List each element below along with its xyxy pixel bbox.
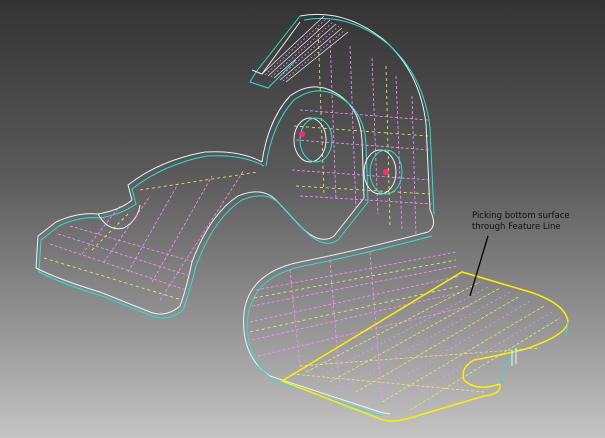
left-flange[interactable]	[35, 151, 265, 319]
mounting-hole-upper[interactable]	[293, 117, 333, 163]
mounting-hole-lower[interactable]	[363, 149, 403, 195]
selected-bottom-surface[interactable]	[280, 271, 569, 422]
right-flange[interactable]	[243, 231, 569, 422]
vertical-wall[interactable]	[191, 13, 435, 267]
annotation-leader-line	[469, 235, 489, 297]
annotation-label: Picking bottom surface through Feature L…	[472, 211, 570, 232]
cad-viewport[interactable]: Picking bottom surface through Feature L…	[0, 0, 605, 438]
